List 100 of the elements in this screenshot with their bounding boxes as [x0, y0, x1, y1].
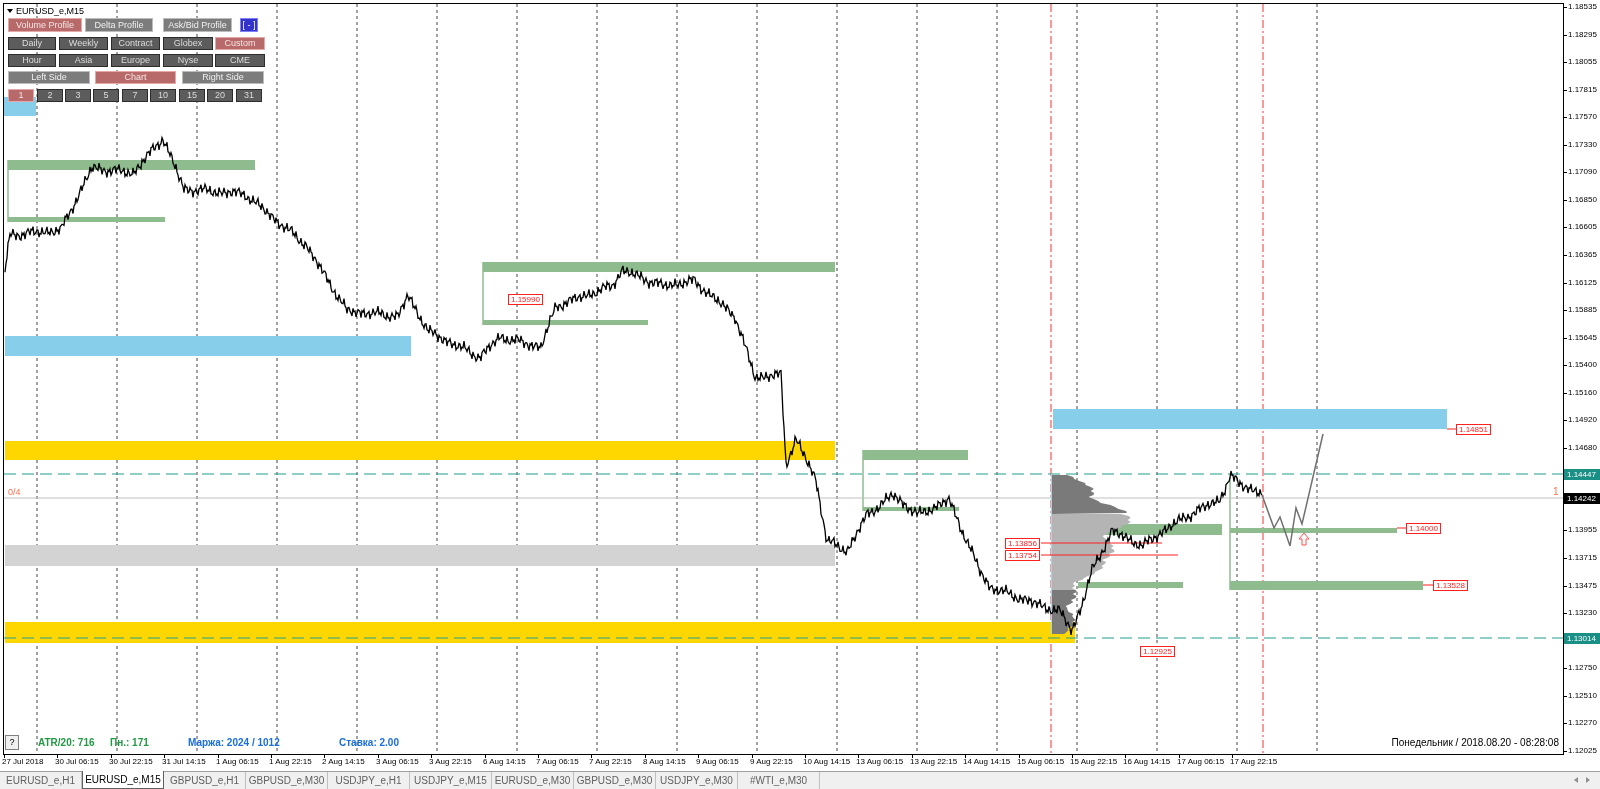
time-label: 15 Aug 22:15 [1070, 757, 1118, 767]
panel-button[interactable]: Globex [163, 37, 213, 50]
time-label: 13 Aug 22:15 [910, 757, 958, 767]
price-label: 1.14680 [1568, 443, 1597, 453]
leader-line [1396, 527, 1407, 529]
panel-button[interactable]: 7 [122, 89, 148, 102]
chart-tab[interactable]: EURUSD_e,M30 [492, 772, 574, 789]
panel-button[interactable]: Contract [111, 37, 160, 50]
price-tag: 1.15990 [508, 294, 543, 305]
zone-connector-line [862, 449, 864, 512]
panel-button[interactable]: 15 [179, 89, 205, 102]
panel-button[interactable]: Volume Profile [8, 18, 82, 32]
price-label: 1.16365 [1568, 250, 1597, 260]
zone-connector-line [7, 159, 9, 223]
panel-button[interactable]: 20 [207, 89, 233, 102]
panel-button[interactable]: 5 [93, 89, 119, 102]
price-tag: 1.12925 [1140, 646, 1175, 657]
price-marker: 1.14447 [1564, 469, 1600, 480]
panel-button[interactable]: Left Side [8, 71, 90, 84]
chart-tab[interactable]: USDJPY_e,M15 [410, 772, 492, 789]
time-label: 9 Aug 22:15 [750, 757, 793, 767]
help-button[interactable]: ? [5, 735, 19, 750]
price-tag: 1.13754 [1005, 550, 1040, 561]
time-label: 16 Aug 14:15 [1123, 757, 1171, 767]
panel-button[interactable]: Delta Profile [85, 18, 153, 32]
price-label: 1.17815 [1568, 85, 1597, 95]
price-label: 1.12750 [1568, 663, 1597, 673]
panel-button[interactable]: CME [215, 54, 265, 67]
panel-button[interactable]: Right Side [182, 71, 264, 84]
counter-label: 0/4 [8, 487, 21, 497]
price-marker: 1.14242 [1564, 493, 1600, 504]
panel-button[interactable]: 10 [150, 89, 176, 102]
dropdown-triangle-icon[interactable] [7, 9, 13, 13]
time-label: 6 Aug 14:15 [483, 757, 526, 767]
time-label: 9 Aug 06:15 [696, 757, 739, 767]
time-label: 13 Aug 06:15 [856, 757, 904, 767]
price-label: 1.15160 [1568, 388, 1597, 398]
panel-button[interactable]: Asia [59, 54, 108, 67]
panel-button[interactable]: 3 [65, 89, 91, 102]
price-label: 1.14920 [1568, 415, 1597, 425]
panel-button[interactable]: Nyse [163, 54, 213, 67]
price-label: 1.18535 [1568, 2, 1597, 12]
info-text: Ставка: 2.00 [339, 737, 399, 748]
chart-tab[interactable]: #WTI_e,M30 [738, 772, 820, 789]
panel-button[interactable]: Europe [111, 54, 160, 67]
panel-button[interactable]: 2 [37, 89, 63, 102]
time-label: 17 Aug 22:15 [1230, 757, 1278, 767]
chart-title: EURUSD_e,M15 [16, 6, 85, 16]
price-label: 1.16125 [1568, 278, 1597, 288]
time-label: 10 Aug 14:15 [803, 757, 851, 767]
price-label: 1.15645 [1568, 333, 1597, 343]
scroll-left-icon[interactable] [1574, 777, 1578, 783]
time-label: 3 Aug 06:15 [376, 757, 419, 767]
price-label: 1.17330 [1568, 140, 1597, 150]
time-label: 8 Aug 14:15 [643, 757, 686, 767]
panel-button[interactable]: Custom [215, 37, 265, 50]
info-text: Пн.: 171 [110, 737, 149, 748]
panel-button[interactable]: Ask/Bid Profile [163, 18, 232, 32]
price-label: 1.13475 [1568, 581, 1597, 591]
chart-tab[interactable]: GBPUSD_e,M30 [574, 772, 656, 789]
chart-tab[interactable]: USDJPY_e,H1 [328, 772, 410, 789]
chart-tab[interactable]: GBPUSD_e,H1 [164, 772, 246, 789]
counter-label: 1 [1553, 486, 1559, 497]
price-label: 1.15885 [1568, 305, 1597, 315]
time-label: 14 Aug 14:15 [963, 757, 1011, 767]
price-label: 1.18295 [1568, 30, 1597, 40]
panel-button[interactable]: [ - ] [240, 18, 258, 32]
price-tag: 1.13856 [1005, 538, 1040, 549]
price-label: 1.12025 [1568, 746, 1597, 756]
time-label: 2 Aug 14:15 [322, 757, 365, 767]
price-marker: 1.13014 [1564, 633, 1600, 644]
time-label: 1 Aug 06:15 [216, 757, 259, 767]
price-label: 1.18055 [1568, 57, 1597, 67]
panel-button[interactable]: Daily [8, 37, 56, 50]
leader-line [1422, 584, 1434, 586]
time-label: 31 Jul 14:15 [162, 757, 206, 767]
price-label: 1.13715 [1568, 553, 1597, 563]
price-label: 1.12270 [1568, 718, 1597, 728]
price-label: 1.15400 [1568, 360, 1597, 370]
panel-button[interactable]: Chart [95, 71, 176, 84]
chart-tab[interactable]: USDJPY_e,M30 [656, 772, 738, 789]
panel-button[interactable]: 1 [8, 89, 34, 102]
info-text: Маржа: 2024 / 1012 [188, 737, 280, 748]
date-time-text: Понедельник / 2018.08.20 - 08:28:08 [1391, 737, 1559, 748]
price-tag: 1.14851 [1456, 424, 1491, 435]
chart-tab[interactable]: GBPUSD_e,M30 [246, 772, 328, 789]
time-label: 3 Aug 22:15 [429, 757, 472, 767]
price-label: 1.13230 [1568, 608, 1597, 618]
time-label: 7 Aug 06:15 [536, 757, 579, 767]
time-label: 30 Jul 22:15 [109, 757, 153, 767]
panel-button[interactable]: Weekly [59, 37, 108, 50]
price-tag: 1.14000 [1406, 523, 1441, 534]
scroll-right-icon[interactable] [1586, 777, 1590, 783]
price-label: 1.13955 [1568, 525, 1597, 535]
time-label: 17 Aug 06:15 [1177, 757, 1225, 767]
panel-button[interactable]: 31 [236, 89, 262, 102]
up-arrow-icon [1298, 532, 1310, 546]
chart-tab[interactable]: EURUSD_e,M15 [82, 771, 164, 789]
panel-button[interactable]: Hour [8, 54, 56, 67]
zone-connector-line [482, 261, 484, 326]
